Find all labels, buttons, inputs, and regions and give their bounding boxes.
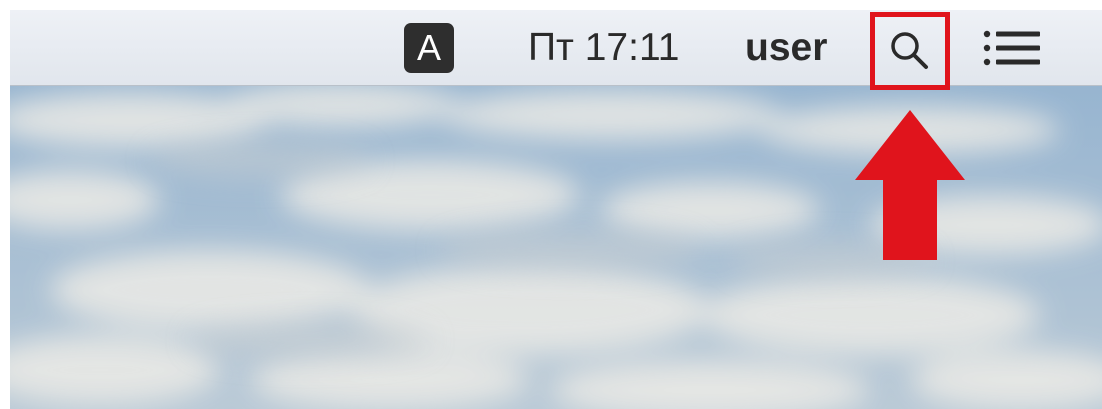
input-source-badge: A — [404, 22, 454, 73]
user-account-menu[interactable]: user — [745, 10, 845, 85]
menu-bar: A Пт 17:11 user — [10, 10, 1102, 90]
notification-center-button[interactable] — [978, 10, 1048, 85]
annotation-arrow-up — [855, 110, 965, 260]
spotlight-search-button[interactable] — [870, 12, 950, 90]
screen: A Пт 17:11 user — [10, 10, 1102, 409]
input-source-menu[interactable]: A — [403, 10, 455, 85]
menu-clock[interactable]: Пт 17:11 — [528, 10, 698, 85]
search-icon — [891, 32, 928, 69]
list-icon — [983, 30, 1040, 65]
